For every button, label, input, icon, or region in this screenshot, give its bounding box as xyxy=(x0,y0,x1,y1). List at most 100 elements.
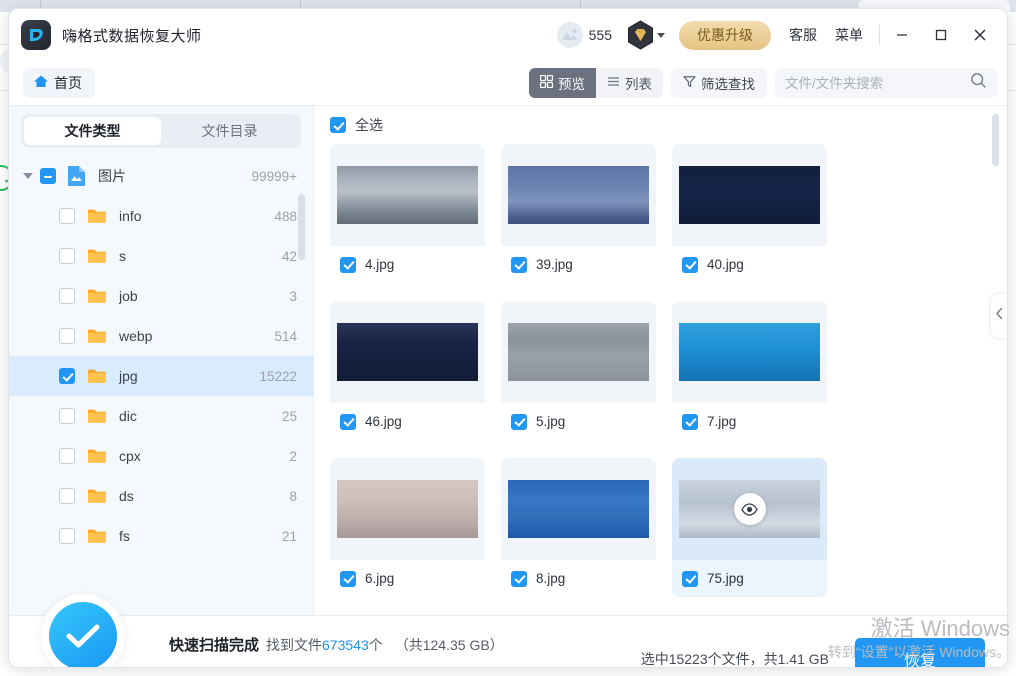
sidebar-scrollbar-thumb[interactable] xyxy=(298,194,305,260)
menu-link[interactable]: 菜单 xyxy=(835,25,863,45)
tree-checkbox-info[interactable] xyxy=(59,208,75,224)
file-card[interactable]: 75.jpg xyxy=(672,458,827,597)
preview-eye-icon[interactable] xyxy=(734,493,766,525)
file-card-checkbox[interactable] xyxy=(682,571,698,587)
home-button[interactable]: 首页 xyxy=(23,68,95,98)
tree-label-images: 图片 xyxy=(98,166,252,186)
tree-row-dic[interactable]: dic25 xyxy=(9,396,313,436)
recover-button[interactable]: 恢复 xyxy=(855,638,985,668)
file-card-checkbox[interactable] xyxy=(340,414,356,430)
file-card-checkbox[interactable] xyxy=(511,257,527,273)
select-all-label: 全选 xyxy=(355,115,383,135)
scan-found-count: 673543 xyxy=(322,637,369,653)
file-card-name: 8.jpg xyxy=(536,571,565,586)
file-card[interactable]: 5.jpg xyxy=(501,301,656,440)
tree-checkbox-ds[interactable] xyxy=(59,488,75,504)
tree-count-fs: 21 xyxy=(282,529,297,544)
tree-checkbox-fs[interactable] xyxy=(59,528,75,544)
avatar[interactable] xyxy=(557,22,583,48)
sidebar-tab-file-directory[interactable]: 文件目录 xyxy=(161,117,298,145)
file-card-name: 75.jpg xyxy=(707,571,744,586)
upgrade-button[interactable]: 优惠升级 xyxy=(679,21,771,50)
select-all-checkbox[interactable] xyxy=(330,117,346,133)
tree-row-job[interactable]: job3 xyxy=(9,276,313,316)
thumbnail-area xyxy=(330,458,485,560)
grid-icon xyxy=(540,75,553,91)
file-card-checkbox[interactable] xyxy=(340,257,356,273)
support-link[interactable]: 客服 xyxy=(789,25,817,45)
thumbnail-image xyxy=(337,166,478,224)
file-card[interactable]: 39.jpg xyxy=(501,144,656,283)
scan-found-files: 找到文件673543个 xyxy=(266,635,383,655)
scan-status-text: 快速扫描完成 找到文件673543个 （共124.35 GB） 深度扫描 ! 深… xyxy=(169,634,504,668)
scan-title: 快速扫描完成 xyxy=(169,634,259,655)
user-name[interactable]: 555 xyxy=(589,27,612,43)
tree-checkbox-cpx[interactable] xyxy=(59,448,75,464)
grid-scrollbar-thumb[interactable] xyxy=(992,114,999,166)
thumbnail-image xyxy=(679,323,820,381)
app-logo-icon xyxy=(21,20,51,50)
status-bar: 快速扫描完成 找到文件673543个 （共124.35 GB） 深度扫描 ! 深… xyxy=(9,615,1007,668)
tree-row-images[interactable]: 图片 99999+ xyxy=(9,156,313,196)
collapse-preview-panel-button[interactable] xyxy=(991,294,1007,338)
tree-checkbox-s[interactable] xyxy=(59,248,75,264)
file-card-checkbox[interactable] xyxy=(511,414,527,430)
sidebar-tab-file-type[interactable]: 文件类型 xyxy=(24,117,161,145)
tree-row-cpx[interactable]: cpx2 xyxy=(9,436,313,476)
view-mode-list[interactable]: 列表 xyxy=(596,68,663,98)
tree-row-webp[interactable]: webp514 xyxy=(9,316,313,356)
file-card[interactable]: 4.jpg xyxy=(330,144,485,283)
file-card[interactable]: 40.jpg xyxy=(672,144,827,283)
file-card[interactable]: 7.jpg xyxy=(672,301,827,440)
tree-checkbox-webp[interactable] xyxy=(59,328,75,344)
file-card[interactable]: 46.jpg xyxy=(330,301,485,440)
sidebar-scrollbar[interactable] xyxy=(302,152,309,611)
tree-row-jpg[interactable]: jpg15222 xyxy=(9,356,313,396)
file-grid: 4.jpg 39.jpg 40.jpg 46.jpg 5.jpg 7.jpg 6.jpg 8.… xyxy=(314,144,1007,615)
search-icon[interactable] xyxy=(970,72,987,94)
chevron-left-icon xyxy=(995,307,1004,325)
thumbnail-area xyxy=(501,458,656,560)
file-card-name: 39.jpg xyxy=(536,257,573,272)
file-card-name: 6.jpg xyxy=(365,571,394,586)
tree-count-dic: 25 xyxy=(282,409,297,424)
file-card-checkbox[interactable] xyxy=(682,414,698,430)
search-input[interactable] xyxy=(785,76,970,91)
tree-checkbox-dic[interactable] xyxy=(59,408,75,424)
deep-scan-button[interactable]: 深度扫描 xyxy=(169,667,247,668)
tree-row-info[interactable]: info488 xyxy=(9,196,313,236)
view-mode-toggle: 预览 列表 xyxy=(529,68,663,98)
tree-row-ds[interactable]: ds8 xyxy=(9,476,313,516)
filter-icon xyxy=(683,75,696,91)
chevron-down-icon[interactable] xyxy=(23,173,33,179)
file-card-name: 5.jpg xyxy=(536,414,565,429)
image-file-icon xyxy=(67,165,86,187)
file-card-checkbox[interactable] xyxy=(682,257,698,273)
maximize-button[interactable] xyxy=(924,18,958,52)
minimize-button[interactable] xyxy=(885,18,919,52)
file-card[interactable]: 6.jpg xyxy=(330,458,485,597)
file-card-checkbox[interactable] xyxy=(511,571,527,587)
scan-complete-badge xyxy=(41,594,125,668)
file-card[interactable]: 8.jpg xyxy=(501,458,656,597)
search-box[interactable] xyxy=(775,68,997,98)
tree-label-jpg: jpg xyxy=(119,368,259,384)
scan-total-size: （共124.35 GB） xyxy=(395,635,504,655)
tree-row-s[interactable]: s42 xyxy=(9,236,313,276)
tree-checkbox-job[interactable] xyxy=(59,288,75,304)
membership-dropdown[interactable] xyxy=(627,20,665,50)
view-mode-preview[interactable]: 预览 xyxy=(529,68,596,98)
file-card-footer: 40.jpg xyxy=(672,246,827,283)
tree-row-fs[interactable]: fs21 xyxy=(9,516,313,556)
file-card-checkbox[interactable] xyxy=(340,571,356,587)
tree-checkbox-images[interactable] xyxy=(40,168,56,184)
tree-count-ds: 8 xyxy=(289,489,297,504)
thumbnail-area xyxy=(672,144,827,246)
file-card-name: 7.jpg xyxy=(707,414,736,429)
app-title: 嗨格式数据恢复大师 xyxy=(62,25,202,46)
tree-label-job: job xyxy=(119,288,289,304)
close-button[interactable] xyxy=(963,18,997,52)
filter-button[interactable]: 筛选查找 xyxy=(671,68,767,98)
tree-checkbox-jpg[interactable] xyxy=(59,368,75,384)
sidebar: 文件类型 文件目录 图片 99999+ xyxy=(9,106,314,615)
